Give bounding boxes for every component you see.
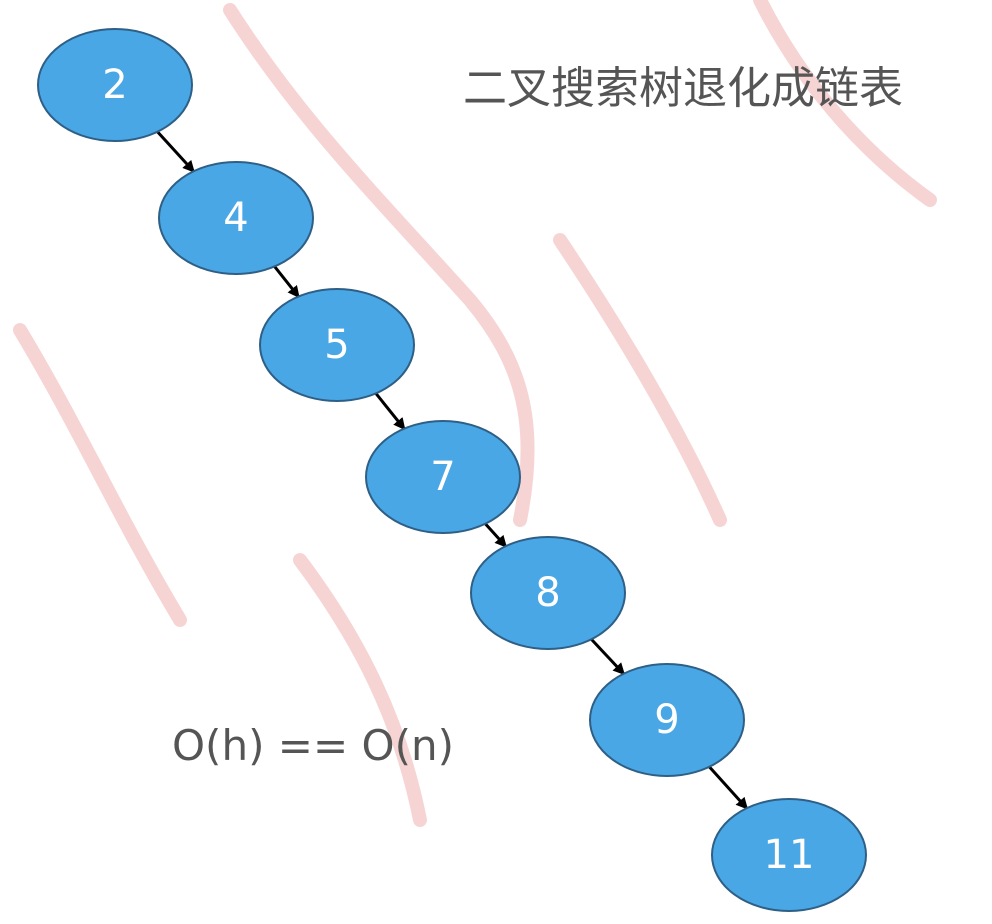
nodes: 2 4 5 7 8 9 11 [37,28,867,912]
node-label: 4 [223,195,248,241]
edge-n2-n4 [156,130,195,173]
tree-node-2: 2 [37,28,193,142]
node-label: 7 [430,454,455,500]
tree-node-11: 11 [711,798,867,912]
tree-node-4: 4 [158,161,314,275]
node-label: 11 [764,832,815,878]
edge-n8-n9 [590,638,626,676]
edge-n9-n11 [708,765,749,810]
diagram-title: 二叉搜索树退化成链表 [463,63,903,114]
edge-n5-n7 [374,392,406,431]
edge-n7-n8 [484,522,508,548]
tree-node-7: 7 [365,420,521,534]
complexity-formula: O(h) == O(n) [172,721,454,770]
node-label: 9 [654,697,679,743]
node-label: 8 [535,570,560,616]
bst-degenerate-diagram: 2 4 5 7 8 9 11 二叉搜索树退化成链表 O(h) == O(n) [13,0,937,912]
tree-node-9: 9 [589,663,745,777]
node-label: 2 [102,62,127,108]
edge-n4-n5 [273,265,300,299]
node-label: 5 [324,322,349,368]
tree-node-8: 8 [470,536,626,650]
tree-node-5: 5 [259,288,415,402]
